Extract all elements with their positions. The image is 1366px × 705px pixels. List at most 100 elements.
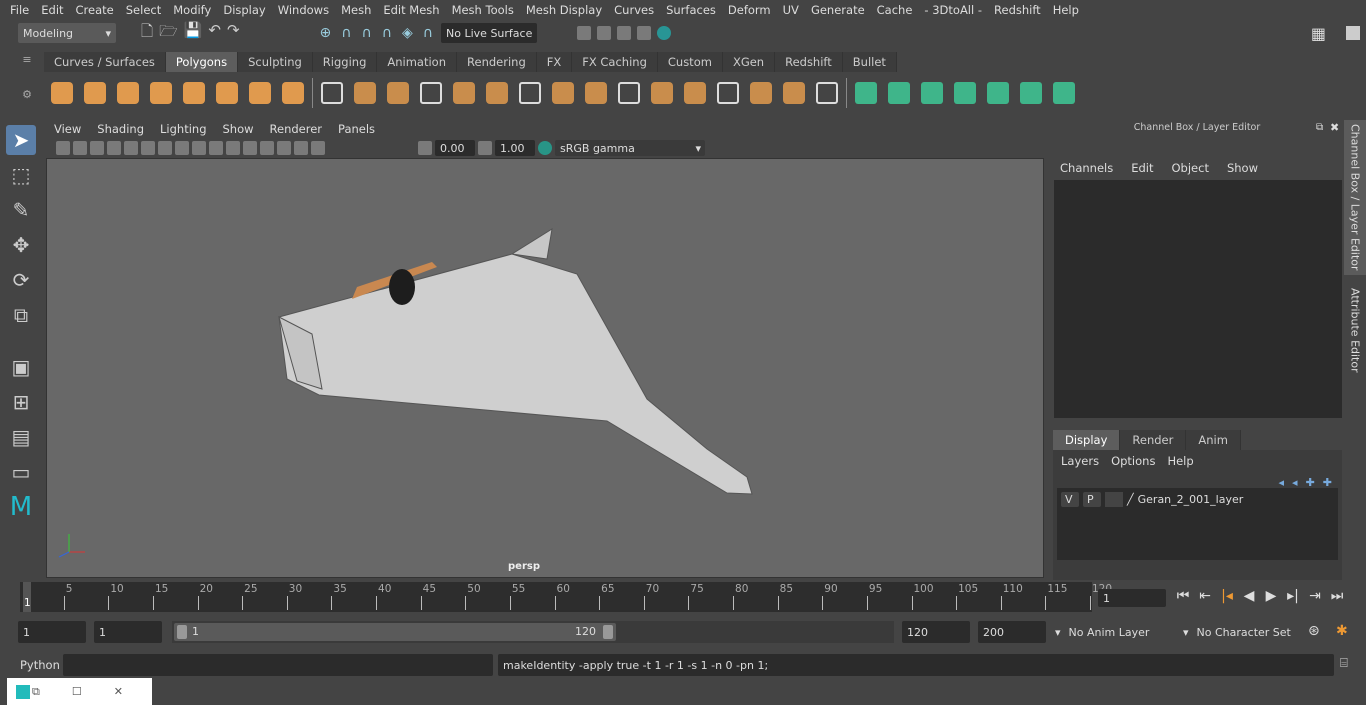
shelf-tab-polygons[interactable]: Polygons bbox=[165, 52, 239, 72]
layer-name[interactable]: Geran_2_001_layer bbox=[1138, 493, 1244, 506]
shelf-tab-redshift[interactable]: Redshift bbox=[775, 52, 843, 72]
undo-icon[interactable]: ↶ bbox=[208, 21, 221, 46]
render-icon[interactable] bbox=[597, 26, 612, 40]
step-back-icon[interactable]: ⇤ bbox=[1194, 588, 1216, 604]
viewport-menu-renderer[interactable]: Renderer bbox=[262, 122, 331, 136]
layer-menu-options[interactable]: Options bbox=[1111, 454, 1155, 468]
multi-cut-icon[interactable] bbox=[549, 79, 577, 107]
cut-uv-icon[interactable] bbox=[885, 79, 913, 107]
channel-menu-edit[interactable]: Edit bbox=[1131, 161, 1153, 175]
separate-icon[interactable] bbox=[351, 79, 379, 107]
mirror-icon[interactable] bbox=[384, 79, 412, 107]
maximize-icon[interactable]: ☐ bbox=[72, 685, 82, 698]
isolate-icon[interactable] bbox=[311, 141, 325, 155]
anim-layer-dropdown[interactable]: ▾ No Anim Layer bbox=[1050, 621, 1172, 643]
display-type-toggle[interactable] bbox=[1105, 492, 1123, 507]
lasso-tool-icon[interactable]: ⬚ bbox=[6, 160, 36, 190]
shelf-tab-rendering[interactable]: Rendering bbox=[457, 52, 537, 72]
shelf-tab-fx-caching[interactable]: FX Caching bbox=[572, 52, 658, 72]
script-editor-icon[interactable]: ⌸ bbox=[1340, 656, 1348, 671]
play-backward-icon[interactable]: ◀ bbox=[1238, 588, 1260, 604]
exposure-field[interactable]: 0.00 bbox=[435, 140, 475, 156]
image-plane-icon[interactable] bbox=[107, 141, 121, 155]
new-scene-icon[interactable]: 🗋 bbox=[141, 21, 153, 46]
combine-icon[interactable] bbox=[318, 79, 346, 107]
menu-uv[interactable]: UV bbox=[777, 3, 805, 17]
wireframe-icon[interactable] bbox=[192, 141, 206, 155]
poly-pipe-icon[interactable] bbox=[279, 79, 307, 107]
rotate-tool-icon[interactable]: ⟳ bbox=[6, 265, 36, 295]
xray-icon[interactable] bbox=[294, 141, 308, 155]
poly-cone-icon[interactable] bbox=[147, 79, 175, 107]
menu-surfaces[interactable]: Surfaces bbox=[660, 3, 722, 17]
hypershade-icon[interactable] bbox=[657, 26, 672, 40]
preferences-icon[interactable]: ✱ bbox=[1336, 623, 1348, 639]
unfold-icon[interactable] bbox=[747, 79, 775, 107]
start-frame-field[interactable]: 1 bbox=[18, 621, 86, 643]
workspace-dropdown[interactable]: Modeling ▾ bbox=[18, 23, 116, 43]
shelf-tab-rigging[interactable]: Rigging bbox=[312, 52, 378, 72]
shelf-tab-xgen[interactable]: XGen bbox=[722, 52, 776, 72]
poly-cylinder-icon[interactable] bbox=[114, 79, 142, 107]
command-input[interactable] bbox=[63, 654, 493, 676]
shadows-icon[interactable] bbox=[260, 141, 274, 155]
viewport-menu-view[interactable]: View bbox=[46, 122, 89, 136]
restore-icon[interactable]: ⧉ bbox=[32, 685, 40, 699]
play-forward-icon[interactable]: ▶ bbox=[1260, 588, 1282, 604]
menu-edit-mesh[interactable]: Edit Mesh bbox=[377, 3, 445, 17]
shelf-tab-bullet[interactable]: Bullet bbox=[842, 52, 897, 72]
side-tab-channel-box[interactable]: Channel Box / Layer Editor bbox=[1344, 120, 1366, 275]
menu-create[interactable]: Create bbox=[70, 3, 120, 17]
shelf-tab-animation[interactable]: Animation bbox=[377, 52, 458, 72]
planar-map-icon[interactable] bbox=[780, 79, 808, 107]
shelf-menu-icon[interactable]: ≡ bbox=[18, 53, 36, 71]
open-icon[interactable]: 🗁 bbox=[159, 21, 178, 46]
layer-tab-render[interactable]: Render bbox=[1120, 430, 1187, 450]
poly-pyramid-icon[interactable] bbox=[246, 79, 274, 107]
menu-help[interactable]: Help bbox=[1047, 3, 1085, 17]
checker-icon[interactable] bbox=[1017, 79, 1045, 107]
ao-icon[interactable] bbox=[277, 141, 291, 155]
new-layer-icon[interactable]: ✚ bbox=[1306, 476, 1315, 489]
step-forward-icon[interactable]: ⇥ bbox=[1304, 588, 1326, 604]
gamma-icon[interactable] bbox=[478, 141, 492, 155]
range-end-handle[interactable] bbox=[603, 625, 613, 639]
shelf-tab-fx[interactable]: FX bbox=[536, 52, 573, 72]
extrude-icon[interactable] bbox=[516, 79, 544, 107]
camera-attr-icon[interactable] bbox=[73, 141, 87, 155]
menu-modify[interactable]: Modify bbox=[167, 3, 217, 17]
move-tool-icon[interactable]: ✥ bbox=[6, 230, 36, 260]
layer-menu-help[interactable]: Help bbox=[1167, 454, 1193, 468]
menu-redshift[interactable]: Redshift bbox=[988, 3, 1047, 17]
quad-draw-icon[interactable] bbox=[681, 79, 709, 107]
layer-tab-anim[interactable]: Anim bbox=[1186, 430, 1241, 450]
color-space-dropdown[interactable]: sRGB gamma ▾ bbox=[555, 140, 705, 156]
shelf-tab-curves-surfaces[interactable]: Curves / Surfaces bbox=[44, 52, 166, 72]
go-to-start-icon[interactable]: ⏮ bbox=[1172, 588, 1194, 604]
snap-surface-icon[interactable]: ◈ bbox=[402, 25, 413, 41]
save-icon[interactable]: 💾 bbox=[184, 21, 203, 46]
outliner-layout-icon[interactable]: ▤ bbox=[6, 422, 36, 452]
menu-select[interactable]: Select bbox=[120, 3, 167, 17]
menu-windows[interactable]: Windows bbox=[272, 3, 335, 17]
end-frame-field[interactable]: 120 bbox=[902, 621, 970, 643]
uv-editor-icon[interactable] bbox=[852, 79, 880, 107]
exposure-icon[interactable] bbox=[418, 141, 432, 155]
menu-mesh[interactable]: Mesh bbox=[335, 3, 377, 17]
menu-deform[interactable]: Deform bbox=[722, 3, 777, 17]
safe-action-icon[interactable] bbox=[175, 141, 189, 155]
anim-end-field[interactable]: 200 bbox=[978, 621, 1046, 643]
snap-point-icon[interactable]: ∩ bbox=[362, 25, 372, 41]
layer-color-icon[interactable]: ╱ bbox=[1127, 493, 1134, 506]
viewport-menu-panels[interactable]: Panels bbox=[330, 122, 383, 136]
menu-cache[interactable]: Cache bbox=[871, 3, 919, 17]
anim-start-field[interactable]: 1 bbox=[94, 621, 162, 643]
four-layout-icon[interactable]: ⊞ bbox=[6, 387, 36, 417]
layer-tab-display[interactable]: Display bbox=[1053, 430, 1121, 450]
snap-live-icon[interactable]: ∩ bbox=[423, 25, 433, 41]
smooth-shade-icon[interactable] bbox=[209, 141, 223, 155]
close-icon[interactable]: ✖ bbox=[1330, 121, 1339, 134]
auto-key-icon[interactable]: ⊛ bbox=[1308, 623, 1320, 639]
bookmark-icon[interactable] bbox=[90, 141, 104, 155]
viewport-menu-show[interactable]: Show bbox=[215, 122, 262, 136]
